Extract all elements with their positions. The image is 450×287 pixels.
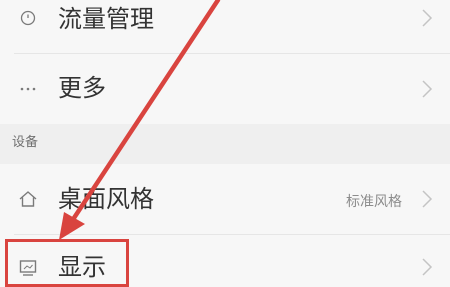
settings-row-label: 更多 [58,74,106,102]
settings-row-display[interactable]: 显示 [0,235,450,287]
settings-row-label: 显示 [58,253,106,281]
settings-row-more[interactable]: 更多 [0,54,450,124]
settings-row-label: 流量管理 [58,5,154,33]
more-dots-icon [17,78,39,100]
section-header-device: 设备 [0,124,450,164]
home-icon [17,188,39,210]
chevron-right-icon [420,189,434,209]
chevron-right-icon [420,8,434,28]
desktop-style-value: 标准风格 [346,194,402,210]
traffic-icon [17,7,39,29]
settings-row-desktop-style[interactable]: 桌面风格 标准风格 [0,164,450,234]
settings-row-label: 桌面风格 [58,185,154,213]
settings-row-traffic[interactable]: 流量管理 [0,0,450,40]
chevron-right-icon [420,257,434,277]
section-title: 设备 [12,135,39,150]
display-icon [17,257,39,279]
chevron-right-icon [420,79,434,99]
settings-screen: 流量管理 更多 设备 桌面风格 标准风格 显示 [0,0,450,287]
